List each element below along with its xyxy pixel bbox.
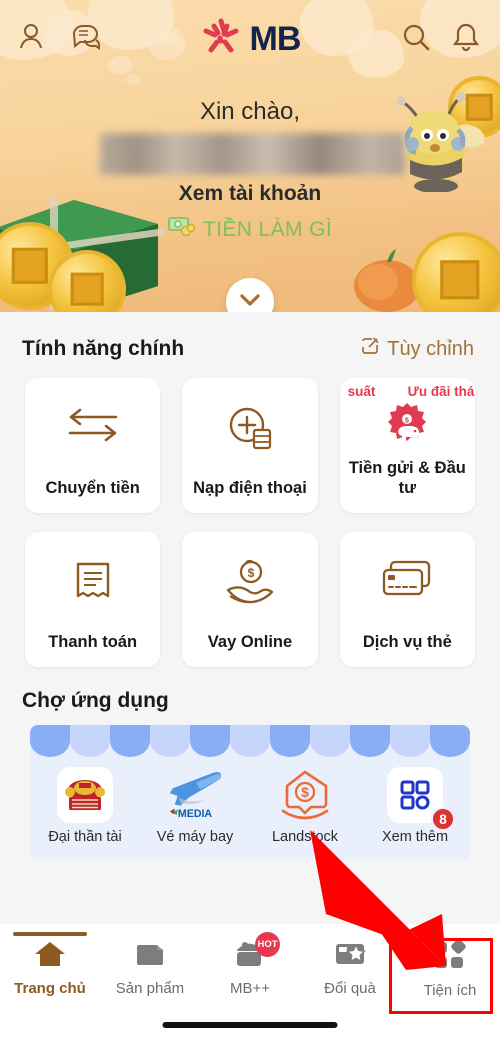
nav-item-mbplusplus[interactable]: HOT MB++ xyxy=(200,932,300,997)
masked-user-name xyxy=(100,133,405,175)
card-star-icon xyxy=(333,940,367,973)
hand-coin-icon: $ xyxy=(182,560,317,604)
bell-icon[interactable] xyxy=(452,22,480,56)
feature-card-card-service[interactable]: Dịch vụ thẻ xyxy=(339,532,475,667)
search-icon[interactable] xyxy=(402,23,430,56)
transfer-arrows-icon xyxy=(25,406,160,444)
active-indicator xyxy=(13,932,87,936)
edit-pencil-icon xyxy=(360,336,380,362)
nav-item-home[interactable]: Trang chủ xyxy=(0,932,100,997)
app-label: Landstock xyxy=(271,829,339,845)
svg-text:$: $ xyxy=(248,566,255,580)
app-label: Xem thêm xyxy=(381,829,449,845)
promo-label: TIỀN LÀM GÌ xyxy=(202,217,333,241)
bottom-navigation: Trang chủ Sản phẩm HOT MB++ Đổi quà Tiện… xyxy=(0,924,500,1039)
svg-text:MEDIA: MEDIA xyxy=(178,808,213,820)
marquee-text-b: Ưu đãi thán xyxy=(407,384,475,399)
nav-item-products[interactable]: Sản phẩm xyxy=(100,932,200,997)
feature-card-transfer[interactable]: Chuyển tiền xyxy=(25,378,161,513)
feature-label: Dịch vụ thẻ xyxy=(362,633,452,652)
feature-card-deposit-invest[interactable]: suất Ưu đãi thán $ Tiền gửi & Đầu tư xyxy=(339,378,475,513)
feature-label: Vay Online xyxy=(207,633,293,652)
piggy-bank-badge-icon: $ xyxy=(340,402,475,448)
home-icon xyxy=(34,940,66,973)
main-content: Tính năng chính Tùy chỉnh Chuyển tiền Nạ… xyxy=(0,312,500,924)
nav-item-utilities[interactable]: Tiện ích xyxy=(400,932,500,999)
gift-box-icon: HOT xyxy=(233,932,280,973)
utilities-grid-icon xyxy=(433,939,467,975)
cards-icon xyxy=(340,560,475,598)
feature-label: Thanh toán xyxy=(48,633,138,652)
feature-card-loan[interactable]: $ Vay Online xyxy=(182,532,318,667)
app-item-see-more[interactable]: 8 Xem thêm xyxy=(360,767,470,845)
greeting-text: Xin chào, xyxy=(199,98,301,125)
gold-coin-decoration xyxy=(412,232,500,312)
app-label: Vé máy bay xyxy=(156,829,234,845)
svg-text:$: $ xyxy=(405,418,409,425)
dai-than-tai-icon xyxy=(57,767,113,823)
app-market-panel: Đại thần tài MEDIA Vé máy bay $ Landstoc… xyxy=(30,725,470,860)
features-title: Tính năng chính xyxy=(22,337,185,360)
mb-star-logo-icon xyxy=(200,16,242,63)
nav-label: Tiện ích xyxy=(423,982,477,999)
feature-label: Nạp điện thoại xyxy=(193,479,307,498)
app-item-landstock[interactable]: $ Landstock xyxy=(250,767,360,845)
promo-marquee: suất Ưu đãi thán xyxy=(340,384,475,401)
top-bar-right xyxy=(402,22,480,56)
topup-plus-icon xyxy=(182,406,317,452)
svg-text:$: $ xyxy=(301,784,309,800)
nav-item-rewards[interactable]: Đổi quà xyxy=(300,932,400,997)
home-indicator xyxy=(162,1022,338,1028)
marquee-text-a: suất xyxy=(347,384,376,399)
feature-label: Chuyển tiền xyxy=(45,479,140,498)
top-bar-left xyxy=(18,23,102,55)
top-bar: MB xyxy=(0,0,500,78)
app-item-flight-ticket[interactable]: MEDIA Vé máy bay xyxy=(140,767,250,845)
person-icon[interactable] xyxy=(18,23,44,55)
landstock-house-icon: $ xyxy=(277,767,333,823)
badge-count: 8 xyxy=(431,807,455,831)
promo-tien-lam-gi[interactable]: TIỀN LÀM GÌ xyxy=(0,216,500,243)
app-market-items: Đại thần tài MEDIA Vé máy bay $ Landstoc… xyxy=(30,767,470,845)
nav-label: MB++ xyxy=(229,980,271,997)
awning-decoration xyxy=(30,725,470,757)
grid-more-icon: 8 xyxy=(387,767,455,831)
nav-label: Đổi quà xyxy=(324,980,376,997)
market-title: Chợ ứng dụng xyxy=(22,689,169,712)
app-item-dai-than-tai[interactable]: Đại thần tài xyxy=(30,767,140,845)
feature-card-topup[interactable]: Nạp điện thoại xyxy=(182,378,318,513)
expand-banner-button[interactable] xyxy=(226,278,274,312)
nav-label: Trang chủ xyxy=(14,980,86,997)
features-row-2: Thanh toán $ Vay Online Dịch vụ thẻ xyxy=(0,513,500,667)
brand-text: MB xyxy=(249,19,302,58)
receipt-icon xyxy=(25,560,160,604)
features-header: Tính năng chính Tùy chỉnh xyxy=(0,312,500,362)
chevron-down-icon xyxy=(240,293,260,311)
app-screen: MB Xin chào, Xem tài khoản TIỀN LÀM GÌ T… xyxy=(0,0,500,1039)
airplane-smedia-icon: MEDIA xyxy=(167,767,223,823)
feature-card-payment[interactable]: Thanh toán xyxy=(25,532,161,667)
money-bill-icon xyxy=(168,216,196,243)
app-label: Đại thần tài xyxy=(48,829,122,845)
folder-icon xyxy=(134,940,166,973)
feature-label: Tiền gửi & Đầu tư xyxy=(348,458,466,498)
features-row-1: Chuyển tiền Nạp điện thoại suất Ưu đãi t… xyxy=(0,362,500,513)
home-banner: MB Xin chào, Xem tài khoản TIỀN LÀM GÌ xyxy=(0,0,500,312)
customize-label: Tùy chỉnh xyxy=(387,337,474,360)
view-account-link[interactable]: Xem tài khoản xyxy=(0,182,500,206)
customize-button[interactable]: Tùy chỉnh xyxy=(360,336,474,362)
chat-icon[interactable] xyxy=(72,23,102,55)
nav-label: Sản phẩm xyxy=(115,980,185,997)
hot-badge: HOT xyxy=(255,932,280,957)
